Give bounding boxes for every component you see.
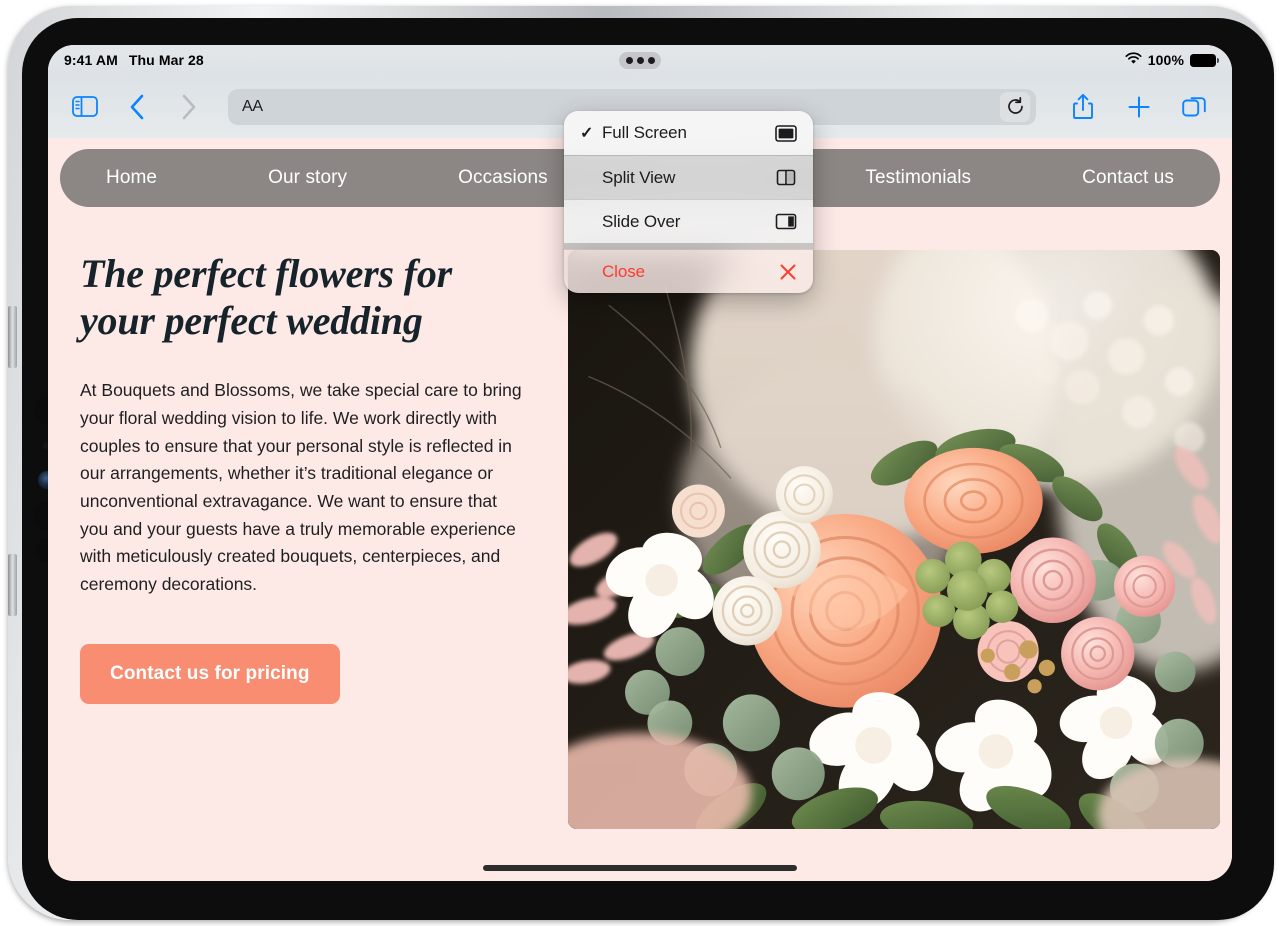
dot-icon <box>647 57 655 64</box>
reload-icon[interactable] <box>1000 91 1030 122</box>
plus-icon[interactable] <box>1122 90 1156 124</box>
ipad-screen: 9:41 AM Thu Mar 28 100% AA Home Our stor… <box>48 45 1232 881</box>
hero-section: The perfect flowers for your perfect wed… <box>48 207 1232 829</box>
slide-over-icon <box>775 213 797 230</box>
home-indicator[interactable] <box>483 865 797 871</box>
status-date: Thu Mar 28 <box>128 52 204 68</box>
nav-item-contact-us[interactable]: Contact us <box>1082 167 1174 189</box>
text-size-aa-button[interactable]: AA <box>242 98 263 116</box>
status-bar-right: 100% <box>1125 45 1219 75</box>
sidebar-toggle-icon[interactable] <box>68 90 102 124</box>
nav-item-testimonials[interactable]: Testimonials <box>865 167 971 189</box>
hero-text-column: The perfect flowers for your perfect wed… <box>78 250 548 829</box>
full-screen-icon <box>775 124 797 142</box>
bride-holding-bouquet-photo <box>568 250 1220 829</box>
wifi-icon <box>1125 52 1142 68</box>
dot-icon <box>636 57 644 64</box>
tab-overview-icon[interactable] <box>1178 90 1212 124</box>
frame-antenna-band <box>8 554 17 616</box>
frame-antenna-band <box>8 306 17 368</box>
nav-item-occasions[interactable]: Occasions <box>458 167 548 189</box>
close-x-icon <box>775 263 797 281</box>
split-view-icon <box>775 169 797 186</box>
menu-item-slide-over[interactable]: Slide Over <box>564 199 813 243</box>
hero-body-text: At Bouquets and Blossoms, we take specia… <box>80 380 522 594</box>
menu-item-label: Slide Over <box>602 211 681 231</box>
hero-photo <box>568 250 1220 829</box>
menu-item-close[interactable]: Close <box>564 249 813 293</box>
page-title: The perfect flowers for your perfect wed… <box>80 250 548 344</box>
hero-title-line2: your perfect wedding <box>80 298 423 344</box>
status-time: 9:41 AM <box>64 52 118 68</box>
hero-title-line1: The perfect flowers for <box>80 251 452 296</box>
chevron-right-icon <box>172 90 206 124</box>
chevron-left-icon[interactable] <box>120 90 154 124</box>
menu-item-label: Split View <box>602 167 676 187</box>
menu-item-split-view[interactable]: Split View <box>564 155 813 199</box>
multitasking-menu: ✓ Full Screen Split View Slide Over Clos… <box>564 111 813 293</box>
multitasking-controls-button[interactable] <box>619 52 661 69</box>
status-bar-left: 9:41 AM Thu Mar 28 <box>64 52 204 68</box>
menu-item-full-screen[interactable]: ✓ Full Screen <box>564 111 813 155</box>
contact-us-for-pricing-button[interactable]: Contact us for pricing <box>80 643 340 704</box>
battery-percent: 100% <box>1147 52 1184 68</box>
nav-item-home[interactable]: Home <box>106 167 157 189</box>
nav-item-our-story[interactable]: Our story <box>268 167 347 189</box>
menu-item-label: Close <box>602 261 645 281</box>
dot-icon <box>625 57 633 64</box>
checkmark-icon: ✓ <box>580 125 594 142</box>
battery-full-icon <box>1190 53 1219 67</box>
toolbar-right-group <box>1058 90 1212 124</box>
share-icon[interactable] <box>1066 90 1100 124</box>
menu-item-label: Full Screen <box>602 123 687 142</box>
